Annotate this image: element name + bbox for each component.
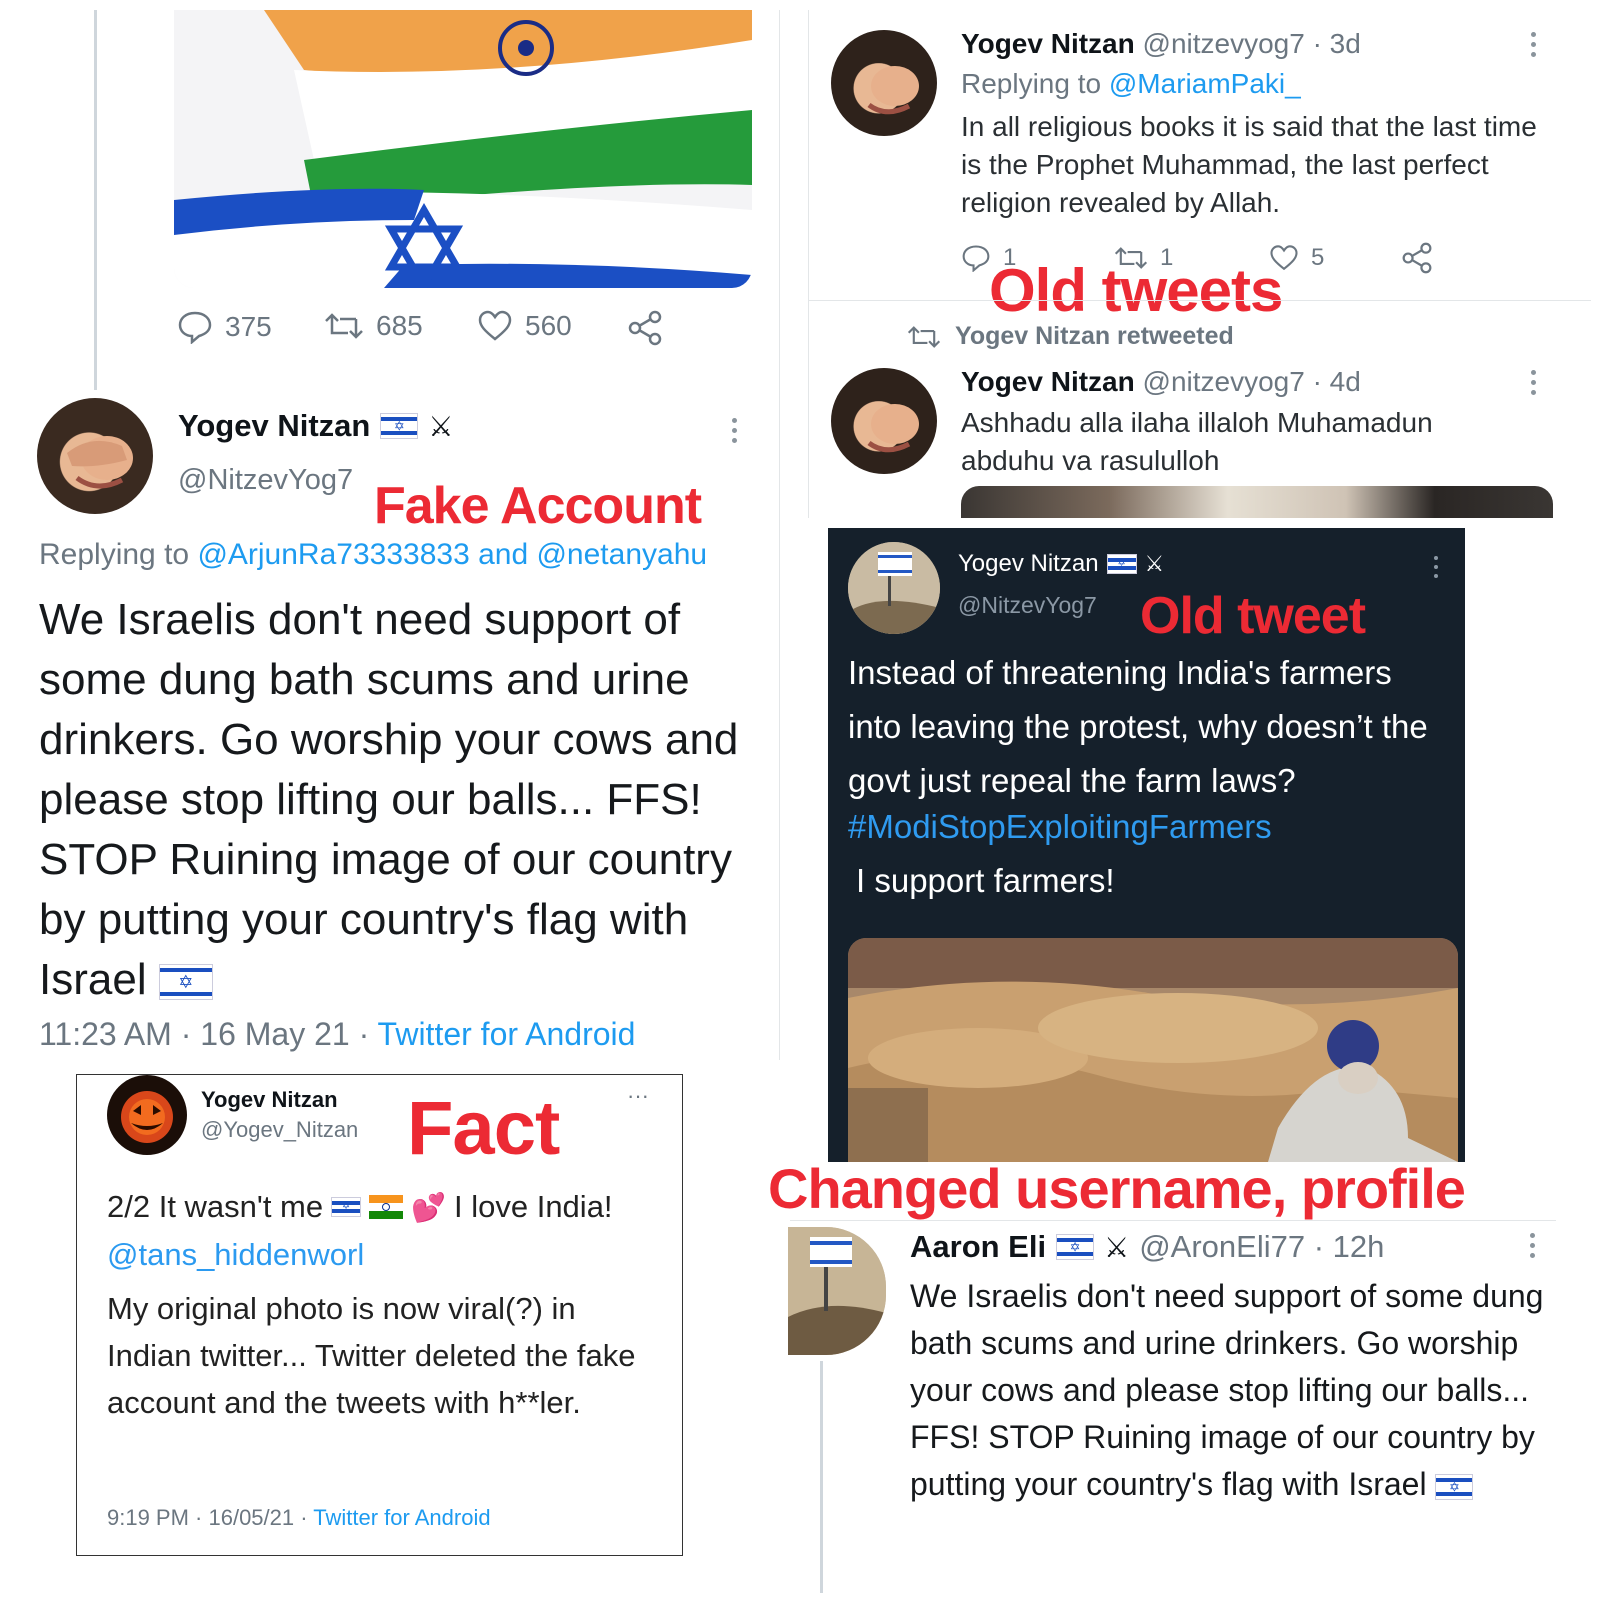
old-tweets-panel: Yogev Nitzan @nitzevyog7 · 3d Replying t… [808, 10, 1591, 518]
more-options-icon[interactable] [1531, 32, 1537, 62]
fact-panel: Yogev Nitzan @Yogev_Nitzan Fact ··· 2/2 … [76, 1074, 683, 1556]
source-link[interactable]: Twitter for Android [313, 1505, 490, 1530]
israel-flag-icon: ✡ [1435, 1473, 1474, 1500]
tweet-text-2: I support farmers! [856, 862, 1115, 899]
tweet2-header: Yogev Nitzan @nitzevyog7 · 4d [961, 366, 1361, 398]
retweet-icon [325, 313, 363, 339]
pumpkin-avatar-image [121, 1091, 173, 1143]
crossed-swords-icon: ⚔ [1104, 1231, 1130, 1263]
share-button[interactable] [627, 310, 663, 346]
user-handle[interactable]: @Yogev_Nitzan [201, 1117, 358, 1143]
israel-flag-icon: ✡ [1106, 554, 1137, 574]
thread-line [94, 10, 97, 390]
tweet-timestamp: 9:19 PM · 16/05/21 · Twitter for Android [107, 1505, 491, 1530]
avatar-face-image [67, 436, 133, 489]
more-options-icon[interactable] [732, 418, 738, 448]
tweet1-text: In all religious books it is said that t… [961, 111, 1537, 218]
tweet-header: Aaron Eli ✡ ⚔ @AronEli77 · 12h [910, 1229, 1384, 1265]
crossed-swords-icon: ⚔ [428, 410, 454, 442]
heart-icon [478, 310, 512, 341]
more-options-icon[interactable]: ··· [627, 1083, 649, 1109]
fact-label: Fact [407, 1086, 560, 1171]
user-handle[interactable]: @NitzevYog7 [178, 464, 353, 497]
replying-to: Replying to @MariamPaki_ [961, 68, 1301, 99]
reply-count[interactable]: 375 [177, 310, 272, 344]
hearts-icon: 💕 [411, 1191, 446, 1223]
tweet1-header: Yogev Nitzan @nitzevyog7 · 3d [961, 28, 1361, 60]
display-name[interactable]: Yogev Nitzan ✡ ⚔ [958, 550, 1164, 578]
avatar[interactable] [831, 30, 937, 136]
india-flag-icon [369, 1195, 404, 1219]
display-name[interactable]: Aaron Eli [910, 1229, 1046, 1265]
israel-flag-icon: ✡ [380, 413, 419, 439]
more-options-icon[interactable] [1434, 556, 1440, 583]
fake-account-panel: 375 685 560 Yogev Nitzan ✡ ⚔ @NitzevYog7… [12, 10, 780, 1060]
more-options-icon[interactable] [1530, 1233, 1536, 1263]
display-name[interactable]: Yogev Nitzan [961, 28, 1135, 59]
avatar-soldier-image [788, 1227, 886, 1355]
farmer-photo[interactable] [848, 938, 1458, 1162]
crossed-swords-icon: ⚔ [1144, 551, 1165, 576]
thread-line [820, 1361, 823, 1593]
reply-icon [178, 311, 212, 344]
share-button[interactable] [1401, 242, 1433, 274]
avatar[interactable] [37, 398, 153, 514]
india-israel-flags-image [174, 10, 752, 288]
like-count[interactable]: 560 [477, 310, 572, 342]
avatar[interactable] [831, 368, 937, 474]
more-options-icon[interactable] [1531, 370, 1537, 400]
handle-and-time[interactable]: @nitzevyog7 · 3d [1143, 28, 1361, 59]
reply-count-text: 375 [225, 311, 272, 342]
fake-account-label: Fake Account [374, 477, 702, 535]
avatar[interactable] [788, 1227, 886, 1355]
replying-to: Replying to @ArjunRa73333833 and @netany… [39, 538, 708, 571]
share-icon [1402, 242, 1432, 274]
tweet-text: Instead of threatening India's farmers i… [848, 654, 1428, 799]
retweet-count-text: 685 [376, 310, 423, 341]
mention-link[interactable]: @tans_hiddenworl [107, 1237, 364, 1273]
tweet2-media-preview[interactable] [961, 486, 1553, 518]
replying-to-mention[interactable]: @MariamPaki_ [1109, 68, 1301, 99]
fact-text: My original photo is now viral(?) in Ind… [107, 1291, 636, 1420]
old-tweet-dark-panel: Yogev Nitzan ✡ ⚔ @NitzevYog7 Old tweet I… [828, 528, 1465, 1162]
reply-icon [962, 245, 990, 272]
avatar-soldier-image [848, 542, 940, 634]
avatar-face-image [867, 66, 919, 115]
flags-image[interactable] [174, 10, 752, 288]
old-tweets-label: Old tweets [989, 257, 1283, 324]
avatar[interactable] [107, 1075, 187, 1155]
handle-and-time[interactable]: @nitzevyog7 · 4d [1143, 366, 1361, 397]
like-count-text: 560 [525, 310, 572, 341]
farmer-grain-image [848, 938, 1458, 1162]
tweet-divider [809, 300, 1591, 301]
source-link[interactable]: Twitter for Android [378, 1016, 636, 1052]
retweet-count[interactable]: 685 [324, 310, 423, 342]
changed-username-label: Changed username, profile [768, 1157, 1466, 1220]
retweet-icon [907, 325, 941, 348]
israel-flag-icon: ✡ [331, 1197, 362, 1217]
display-name[interactable]: Yogev Nitzan [961, 366, 1135, 397]
tweet-text: We Israelis don't need support of some d… [39, 595, 739, 1004]
avatar[interactable] [848, 542, 940, 634]
replying-to-mentions[interactable]: @ArjunRa73333833 and @netanyahu [197, 538, 707, 571]
changed-profile-panel: Aaron Eli ✡ ⚔ @AronEli77 · 12h We Israel… [788, 1220, 1556, 1593]
display-name[interactable]: Yogev Nitzan [201, 1087, 338, 1113]
share-icon [628, 310, 662, 346]
tweet-timestamp: 11:23 AM · 16 May 21 · Twitter for Andro… [39, 1016, 636, 1052]
avatar-face-image [867, 404, 919, 453]
retweeted-note: Yogev Nitzan retweeted [907, 322, 1234, 351]
tweet2-text: Ashhadu alla ilaha illaloh Muhamadun abd… [961, 407, 1433, 476]
old-tweet-label: Old tweet [1140, 587, 1366, 645]
fact-first-line: 2/2 It wasn't me ✡ 💕 I love India! [107, 1189, 613, 1224]
hashtag-link[interactable]: #ModiStopExploitingFarmers [848, 808, 1272, 846]
tweet-text: We Israelis don't need support of some d… [910, 1278, 1544, 1502]
display-name[interactable]: Yogev Nitzan ✡ ⚔ [178, 408, 453, 444]
israel-flag-icon: ✡ [1056, 1234, 1095, 1260]
user-handle[interactable]: @NitzevYog7 [958, 592, 1097, 619]
handle-and-time[interactable]: @AronEli77 · 12h [1139, 1229, 1384, 1265]
israel-flag-icon: ✡ [158, 964, 213, 1001]
